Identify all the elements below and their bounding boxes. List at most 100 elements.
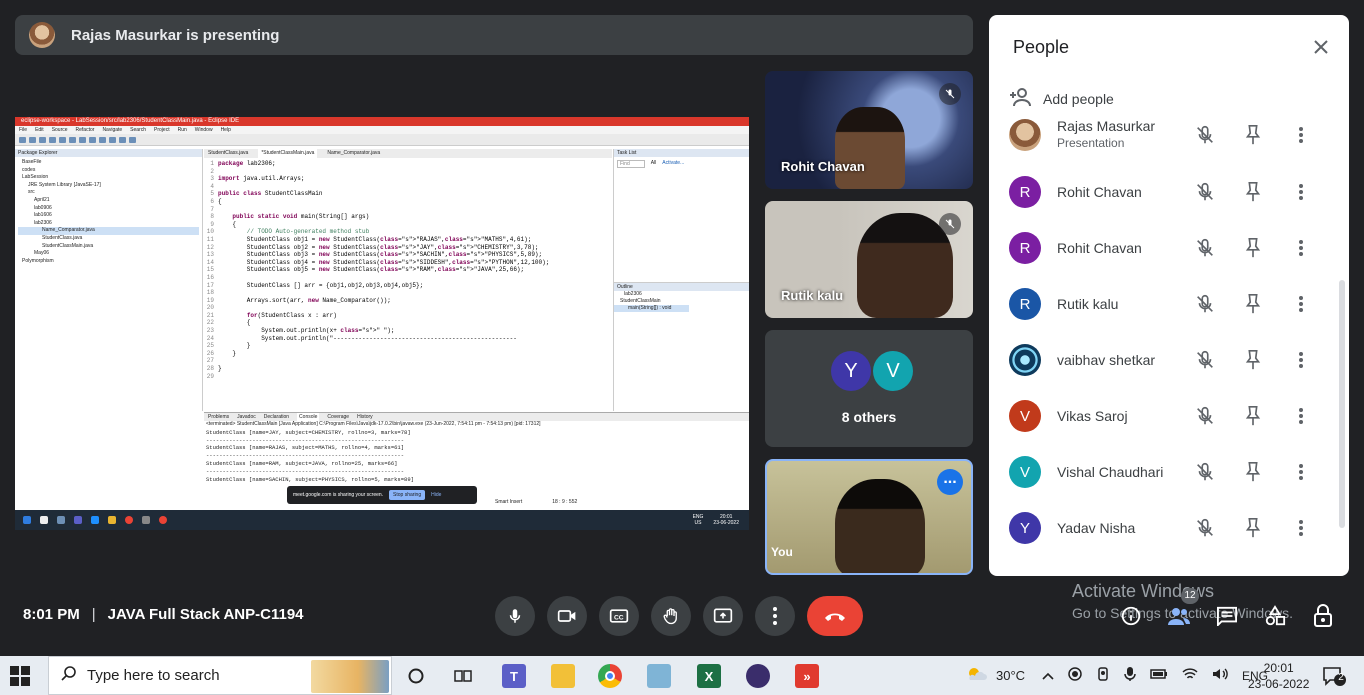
code-line: 1 package lab2306; bbox=[204, 160, 612, 168]
eclipse-icon[interactable] bbox=[746, 664, 770, 688]
more-vert-icon[interactable] bbox=[1289, 404, 1313, 428]
unpin-icon[interactable] bbox=[1241, 123, 1265, 147]
add-people-button[interactable]: Add people bbox=[1009, 86, 1114, 111]
self-tile[interactable]: ... You bbox=[765, 459, 973, 575]
mic-off-icon[interactable] bbox=[1193, 180, 1217, 204]
meeting-info: 8:01 PM | JAVA Full Stack ANP-C1194 bbox=[23, 606, 304, 623]
participant-row[interactable]: R Rutik kalu bbox=[1009, 284, 1339, 324]
participant-tile[interactable]: Rutik kalu bbox=[765, 201, 973, 318]
weather-widget[interactable]: 30°C bbox=[966, 656, 1025, 695]
participant-row[interactable]: R Rohit Chavan bbox=[1009, 228, 1339, 268]
windows-start-button[interactable] bbox=[10, 666, 30, 686]
chrome-icon[interactable] bbox=[598, 664, 622, 688]
folder-icon bbox=[108, 516, 116, 524]
self-name: You bbox=[771, 545, 793, 559]
code-text: StudentClass obj1 = new StudentClass(cla… bbox=[218, 235, 532, 243]
file-explorer-icon[interactable] bbox=[551, 664, 575, 688]
line-number: 25 bbox=[206, 342, 214, 350]
notepad-icon[interactable] bbox=[647, 664, 671, 688]
volume-off-icon[interactable] bbox=[1193, 123, 1217, 147]
mic-button[interactable] bbox=[495, 596, 535, 636]
more-vert-icon[interactable] bbox=[1289, 292, 1313, 316]
line-number: 24 bbox=[206, 334, 214, 342]
meeting-details-button[interactable] bbox=[1119, 604, 1143, 628]
pin-icon[interactable] bbox=[1241, 460, 1265, 484]
participant-tile[interactable]: Rohit Chavan bbox=[765, 71, 973, 189]
activities-button[interactable] bbox=[1263, 604, 1287, 628]
close-icon[interactable] bbox=[1309, 35, 1333, 59]
pin-icon[interactable] bbox=[1241, 236, 1265, 260]
participant-row[interactable]: V Vikas Saroj bbox=[1009, 396, 1339, 436]
battery-icon[interactable] bbox=[1150, 668, 1168, 683]
mic-off-icon[interactable] bbox=[1193, 516, 1217, 540]
wifi-icon[interactable] bbox=[1182, 667, 1198, 684]
more-vert-icon[interactable] bbox=[1289, 348, 1313, 372]
chat-button[interactable] bbox=[1215, 604, 1239, 628]
participant-name: vaibhav shetkar bbox=[1057, 351, 1156, 368]
hide-button[interactable]: Hide bbox=[431, 492, 441, 498]
package-item: Polymorphism bbox=[22, 257, 54, 264]
pin-icon[interactable] bbox=[1241, 180, 1265, 204]
notification-center-button[interactable]: 2 bbox=[1322, 666, 1346, 686]
participant-row[interactable]: Rajas Masurkar Presentation bbox=[1009, 115, 1339, 155]
others-tile[interactable]: Y V 8 others bbox=[765, 330, 973, 447]
task-list-title: Task List bbox=[614, 149, 749, 157]
microphone-tray-icon[interactable] bbox=[1124, 666, 1136, 685]
mic-off-icon[interactable] bbox=[1193, 460, 1217, 484]
code-line: 25 } bbox=[204, 342, 612, 350]
volume-icon[interactable] bbox=[1212, 667, 1228, 684]
line-number: 10 bbox=[206, 228, 214, 236]
pin-icon[interactable] bbox=[1241, 404, 1265, 428]
mic-off-icon[interactable] bbox=[1193, 236, 1217, 260]
eclipse-menu-item: Window bbox=[194, 127, 213, 133]
mic-off-icon[interactable] bbox=[1193, 292, 1217, 316]
pin-icon[interactable] bbox=[1241, 292, 1265, 316]
people-button[interactable] bbox=[1167, 604, 1191, 628]
chat-icon bbox=[1217, 606, 1237, 626]
more-options-button[interactable] bbox=[755, 596, 795, 636]
more-vert-icon[interactable] bbox=[1289, 516, 1313, 540]
console-header: <terminated> StudentClassMain [Java Appl… bbox=[206, 421, 541, 427]
cortana-icon[interactable] bbox=[404, 664, 428, 688]
camera-button[interactable] bbox=[547, 596, 587, 636]
participant-row[interactable]: V Vishal Chaudhari bbox=[1009, 452, 1339, 492]
console-tab: History bbox=[357, 414, 373, 420]
excel-icon[interactable]: X bbox=[697, 664, 721, 688]
captions-button[interactable]: CC bbox=[599, 596, 639, 636]
teams-icon[interactable]: T bbox=[502, 664, 526, 688]
panel-scrollbar[interactable] bbox=[1339, 280, 1345, 528]
more-vert-icon[interactable] bbox=[1289, 236, 1313, 260]
end-call-button[interactable] bbox=[807, 596, 863, 636]
participant-info: Rajas Masurkar Presentation bbox=[1057, 118, 1177, 152]
anydesk-icon[interactable]: » bbox=[795, 664, 819, 688]
stop-sharing-button[interactable]: Stop sharing bbox=[389, 490, 426, 500]
taskbar-clock[interactable]: 20:01 23-06-2022 bbox=[1248, 660, 1309, 692]
host-controls-button[interactable] bbox=[1311, 604, 1335, 628]
code-line: 28} bbox=[204, 365, 612, 373]
camera-tray-icon[interactable] bbox=[1096, 667, 1110, 684]
pin-icon[interactable] bbox=[1241, 348, 1265, 372]
participant-row[interactable]: vaibhav shetkar bbox=[1009, 340, 1339, 380]
task-view-icon[interactable] bbox=[451, 664, 475, 688]
participant-row[interactable]: Y Yadav Nisha bbox=[1009, 508, 1339, 548]
more-options-button[interactable]: ... bbox=[937, 469, 963, 495]
weather-temp: 30°C bbox=[996, 668, 1026, 683]
record-icon[interactable] bbox=[1068, 667, 1082, 684]
mic-off-icon[interactable] bbox=[1193, 348, 1217, 372]
taskbar-search-box[interactable]: Type here to search bbox=[48, 656, 392, 695]
more-vert-icon[interactable] bbox=[1289, 460, 1313, 484]
code-line: 21 for(StudentClass x : arr) bbox=[204, 312, 612, 320]
more-vert-icon[interactable] bbox=[1289, 123, 1313, 147]
raise-hand-button[interactable] bbox=[651, 596, 691, 636]
code-text: StudentClass obj2 = new StudentClass(cla… bbox=[218, 243, 539, 251]
package-item: lab0906 bbox=[34, 204, 52, 211]
participant-row[interactable]: R Rohit Chavan bbox=[1009, 172, 1339, 212]
present-button[interactable] bbox=[703, 596, 743, 636]
eclipse-menu-item: Run bbox=[177, 127, 187, 133]
chevron-up-icon[interactable] bbox=[1042, 668, 1054, 683]
mic-off-icon[interactable] bbox=[1193, 404, 1217, 428]
more-vert-icon[interactable] bbox=[1289, 180, 1313, 204]
toolbar-icon bbox=[49, 136, 56, 143]
console-tabs: Problems Javadoc Declaration Console Cov… bbox=[204, 413, 749, 421]
pin-icon[interactable] bbox=[1241, 516, 1265, 540]
